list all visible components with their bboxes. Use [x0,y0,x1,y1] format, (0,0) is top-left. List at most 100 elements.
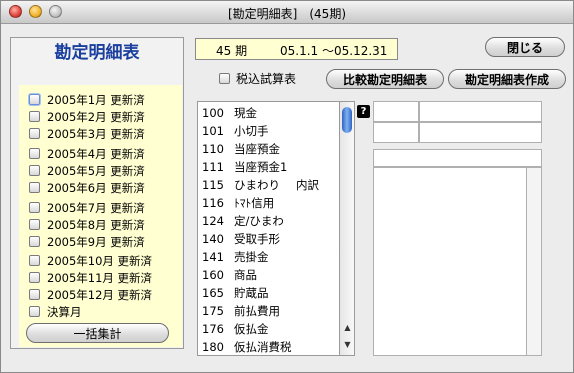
scroll-thumb[interactable] [342,107,352,133]
account-code: 140 [202,232,224,246]
help-icon[interactable]: ? [357,105,370,118]
account-row[interactable]: 175 前払費用 [202,302,280,320]
month-item[interactable]: 2005年1月 更新済 [29,91,145,108]
month-label: 2005年8月 更新済 [47,217,145,232]
account-name: ﾄﾏﾄ信用 [234,196,275,210]
account-code: 175 [202,304,224,318]
account-code: 110 [202,142,224,156]
month-checkbox[interactable] [29,219,40,230]
month-checkbox[interactable] [29,289,40,300]
month-checkbox[interactable] [29,148,40,159]
month-label: 2005年6月 更新済 [47,180,145,195]
account-name: 仮払金 [234,322,269,336]
detail-header-cell [419,101,542,122]
scroll-down-arrow-icon[interactable]: ▼ [342,339,353,351]
detail-content-area [373,167,542,356]
account-code: 176 [202,322,224,336]
account-row[interactable]: 124 定/ひまわ [202,212,284,230]
month-item[interactable]: 決算月 [29,303,82,320]
month-label: 2005年7月 更新済 [47,200,145,215]
month-list: 2005年1月 更新済 2005年2月 更新済 2005年3月 更新済 2005… [19,85,182,347]
account-list-scrollbar[interactable]: ▲ ▼ [339,101,355,356]
month-label: 2005年5月 更新済 [47,163,145,178]
close-button[interactable]: 閉じる [485,37,565,57]
detail-header-cell [419,122,542,143]
account-name: 現金 [234,106,257,120]
compare-detail-button[interactable]: 比較勘定明細表 [326,69,444,89]
month-label: 2005年3月 更新済 [47,126,145,141]
aggregate-button[interactable]: 一括集計 [26,323,169,343]
account-row[interactable]: 141 売掛金 [202,248,269,266]
account-row[interactable]: 140 受取手形 [202,230,280,248]
month-checkbox[interactable] [29,202,40,213]
account-name: 仮払消費税 [234,340,292,354]
month-item[interactable]: 2005年5月 更新済 [29,162,145,179]
account-name: 受取手形 [234,232,280,246]
month-checkbox[interactable] [29,165,40,176]
account-row[interactable]: 100 現金 [202,104,257,122]
window-title: [勘定明細表] (45期) [228,7,346,21]
month-checkbox[interactable] [29,94,40,105]
account-row[interactable]: 115 ひまわり 内訳 [202,176,319,194]
account-code: 165 [202,286,224,300]
month-checkbox[interactable] [29,306,40,317]
month-item[interactable]: 2005年7月 更新済 [29,199,145,216]
detail-header-cell [373,101,419,122]
account-name: 売掛金 [234,250,269,264]
account-row[interactable]: 160 商品 [202,266,257,284]
account-row[interactable]: 180 仮払消費税 [202,338,292,355]
account-name: ひまわり [234,178,280,192]
account-name: 前払費用 [234,304,280,318]
account-row[interactable]: 116 ﾄﾏﾄ信用 [202,194,274,212]
month-label: 2005年10月 更新済 [47,253,153,268]
create-detail-button[interactable]: 勘定明細表作成 [448,69,566,89]
scroll-up-arrow-icon[interactable]: ▲ [342,322,353,334]
month-checkbox[interactable] [29,128,40,139]
account-name: 小切手 [234,124,269,138]
tax-included-label: 税込試算表 [236,72,297,86]
account-row[interactable]: 165 貯蔵品 [202,284,269,302]
period-display: 45 期 05.1.1 ～05.12.31 [195,38,398,60]
account-code: 111 [202,160,224,174]
month-checkbox[interactable] [29,255,40,266]
account-row[interactable]: 176 仮払金 [202,320,269,338]
account-code: 101 [202,124,224,138]
month-item[interactable]: 2005年2月 更新済 [29,108,145,125]
app-window: [勘定明細表] (45期) 勘定明細表 2005年1月 更新済 2005年2月 … [0,0,574,373]
account-row[interactable]: 110 当座預金 [202,140,280,158]
month-label: 2005年1月 更新済 [47,92,145,107]
account-list[interactable]: 100 現金 101 小切手 110 当座預金 111 当座預金1 115 ひまわり 内訳 … [197,101,340,356]
tax-included-option[interactable]: 税込試算表 [219,70,296,87]
month-label: 2005年4月 更新済 [47,146,145,161]
account-code: 180 [202,340,224,354]
detail-header-cell [373,122,419,143]
month-item[interactable]: 2005年9月 更新済 [29,233,145,250]
detail-subheader [373,149,542,167]
detail-content-column [526,167,542,356]
month-checkbox[interactable] [29,182,40,193]
month-item[interactable]: 2005年4月 更新済 [29,145,145,162]
month-item[interactable]: 2005年8月 更新済 [29,216,145,233]
account-row[interactable]: 111 当座預金1 [202,158,287,176]
month-label: 決算月 [47,304,82,319]
month-item[interactable]: 2005年12月 更新済 [29,286,152,303]
period-range: 05.1.1 ～05.12.31 [280,44,388,58]
month-checkbox[interactable] [29,272,40,283]
account-code: 115 [202,178,224,192]
month-label: 2005年9月 更新済 [47,234,145,249]
account-name: 当座預金1 [234,160,288,174]
month-item[interactable]: 2005年10月 更新済 [29,252,152,269]
month-item[interactable]: 2005年11月 更新済 [29,269,152,286]
month-checkbox[interactable] [29,236,40,247]
account-name: 定/ひまわ [234,214,284,228]
account-name: 貯蔵品 [234,286,269,300]
account-code: 100 [202,106,224,120]
month-checkbox[interactable] [29,111,40,122]
period-term: 45 期 [216,44,248,58]
account-row[interactable]: 101 小切手 [202,122,269,140]
title-bar[interactable]: [勘定明細表] (45期) [1,1,573,24]
account-code: 160 [202,268,224,282]
month-item[interactable]: 2005年3月 更新済 [29,125,145,142]
month-item[interactable]: 2005年6月 更新済 [29,179,145,196]
tax-included-checkbox[interactable] [219,73,230,84]
